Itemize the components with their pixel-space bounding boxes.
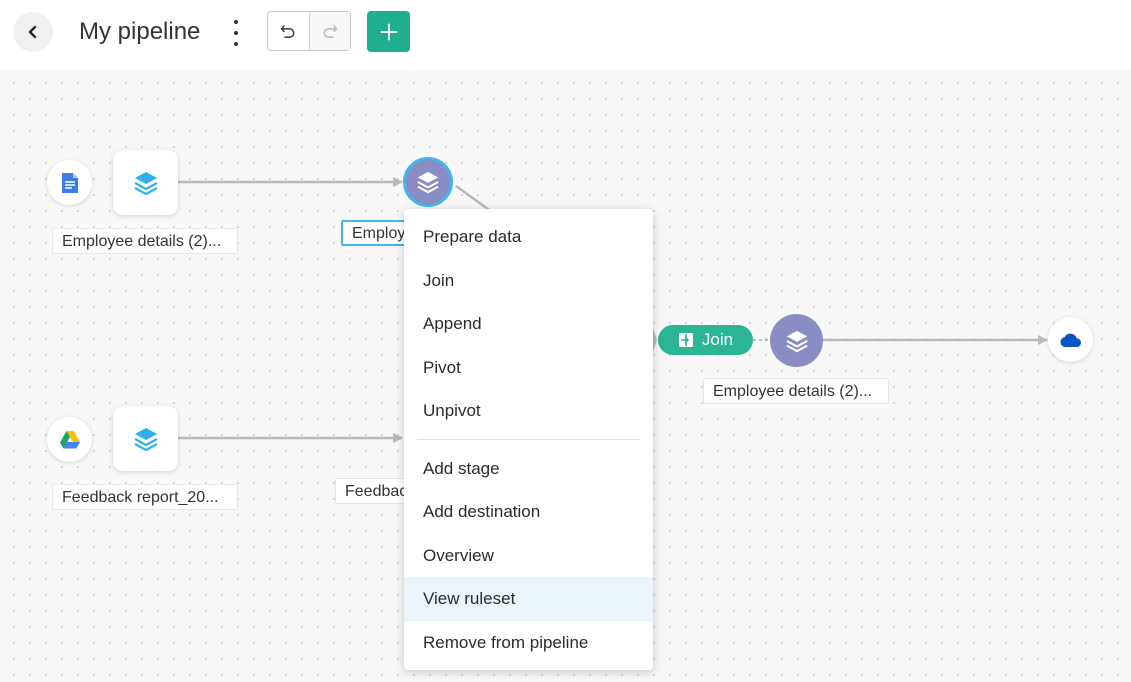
document-icon [61,172,78,193]
dataset-node-2[interactable] [113,406,178,471]
output-stage-node[interactable] [770,314,823,367]
menu-item-join[interactable]: Join [404,259,653,303]
layers-icon [133,427,158,451]
menu-item-overview[interactable]: Overview [404,534,653,578]
destination-node[interactable] [1048,317,1093,362]
menu-item-add-destination[interactable]: Add destination [404,490,653,534]
dataset-1-label[interactable]: Employee details (2)... [52,228,238,254]
join-icon [678,333,693,347]
stage-node-1[interactable] [403,157,453,207]
layers-icon [785,330,808,352]
dataset-node-1[interactable] [113,150,178,215]
source-google-drive-node[interactable] [47,417,92,462]
menu-item-view-ruleset[interactable]: View ruleset [404,577,653,621]
context-menu: Prepare data Join Append Pivot Unpivot A… [404,209,653,670]
menu-item-add-stage[interactable]: Add stage [404,447,653,491]
onedrive-cloud-icon [1059,333,1081,347]
menu-item-unpivot[interactable]: Unpivot [404,389,653,433]
join-label: Join [701,330,734,349]
output-stage-label[interactable]: Employee details (2)... [703,378,889,404]
menu-item-prepare-data[interactable]: Prepare data [404,215,653,259]
menu-item-remove-from-pipeline[interactable]: Remove from pipeline [404,621,653,665]
join-node[interactable]: Join [658,325,753,355]
source-document-node[interactable] [47,160,92,205]
menu-divider [417,438,640,440]
dataset-2-label[interactable]: Feedback report_20... [52,484,238,510]
google-drive-icon [59,430,80,448]
layers-icon [133,171,158,195]
menu-item-append[interactable]: Append [404,302,653,346]
layers-icon [417,171,439,194]
menu-item-pivot[interactable]: Pivot [404,346,653,390]
